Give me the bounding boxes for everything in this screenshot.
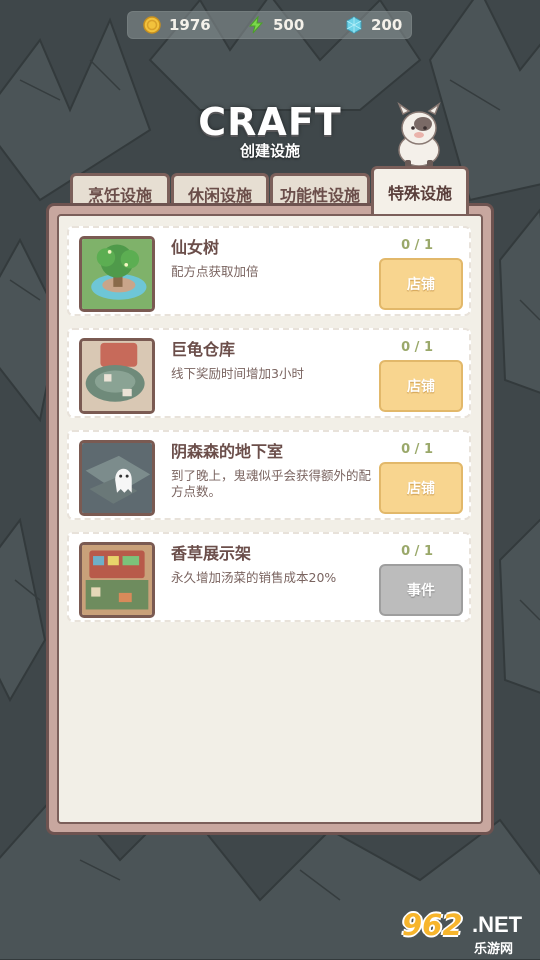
watermark-site: 乐游网 — [474, 942, 514, 957]
spooky-basement-image — [79, 440, 155, 516]
facility-description: 永久增加汤菜的销售成本20% — [171, 570, 337, 585]
coin-counter: 1976 — [143, 11, 211, 39]
page-subtitle: 创建设施 — [239, 142, 300, 160]
list-item: 仙女树 配方点获取加倍 0 / 1 店铺 — [67, 226, 471, 316]
site-watermark: 962 .NET 乐游网 — [400, 908, 536, 957]
watermark-domain: .NET — [472, 912, 523, 937]
facility-name: 巨龟仓库 — [171, 340, 236, 359]
page-title: CRAFT — [198, 100, 342, 144]
gem-icon — [346, 16, 362, 34]
event-button[interactable]: 事件 — [379, 564, 463, 616]
lightning-icon — [248, 16, 264, 34]
watermark-number: 962 — [402, 908, 463, 942]
coin-icon — [143, 16, 161, 34]
shop-button[interactable]: 店铺 — [379, 462, 463, 514]
facility-description: 线下奖励时间增加3小时 — [171, 366, 304, 381]
resource-bar: 1976 500 200 — [127, 11, 412, 39]
energy-value: 500 — [273, 16, 305, 34]
facility-count: 0 / 1 — [401, 544, 433, 559]
gem-value: 200 — [371, 16, 403, 34]
shop-button[interactable]: 店铺 — [379, 258, 463, 310]
shop-button[interactable]: 店铺 — [379, 360, 463, 412]
coin-value: 1976 — [169, 16, 211, 34]
list-item: 阴森森的地下室 到了晚上，鬼魂似乎会获得额外的配方点数。 0 / 1 店铺 — [67, 430, 471, 520]
list-item: 巨龟仓库 线下奖励时间增加3小时 0 / 1 店铺 — [67, 328, 471, 418]
turtle-warehouse-image — [79, 338, 155, 414]
facility-description: 到了晚上，鬼魂似乎会获得额外的配方点数。 — [171, 468, 372, 499]
gem-counter: 200 — [345, 11, 402, 39]
fairy-tree-image — [79, 236, 155, 312]
facility-name: 阴森森的地下室 — [171, 442, 284, 461]
facility-count: 0 / 1 — [401, 340, 433, 355]
facility-name: 仙女树 — [171, 238, 220, 257]
facility-description: 配方点获取加倍 — [171, 264, 259, 279]
tab-special[interactable]: 特殊设施 — [371, 166, 469, 214]
facility-name: 香草展示架 — [171, 544, 252, 563]
vanilla-shelf-image — [79, 542, 155, 618]
energy-counter: 500 — [247, 11, 304, 39]
facility-count: 0 / 1 — [401, 442, 433, 457]
cow-mascot-icon — [397, 102, 441, 167]
facility-count: 0 / 1 — [401, 238, 433, 253]
list-item: 香草展示架 永久增加汤菜的销售成本20% 0 / 1 事件 — [67, 532, 471, 622]
